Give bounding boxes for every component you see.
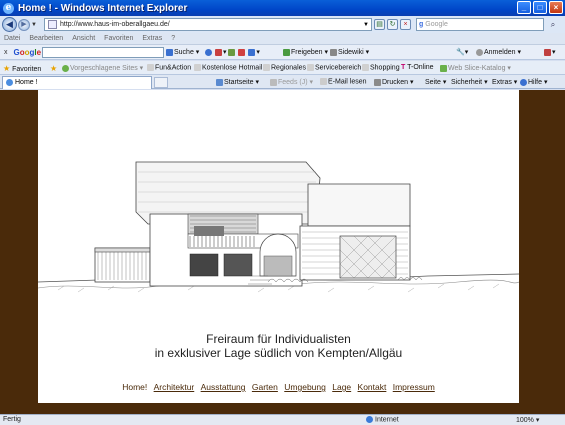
fav-shopping[interactable]: Shopping <box>362 64 400 71</box>
page-content: Freiraum für Individualisten in exklusiv… <box>0 90 565 414</box>
window-title: Home ! - Windows Internet Explorer <box>18 2 188 14</box>
ie-page-icon <box>6 79 13 86</box>
search-input[interactable]: g Google <box>416 18 544 31</box>
stop-icon[interactable]: × <box>400 19 411 30</box>
page-tagline: Freiraum für Individualisten in exklusiv… <box>38 332 519 360</box>
refresh-icon[interactable]: ↻ <box>387 19 398 30</box>
plus-icon[interactable] <box>248 48 256 56</box>
url-text: http://www.haus-im-oberallgaeu.de/ <box>60 21 170 28</box>
fav-web-slice[interactable]: Web Slice-Katalog ▾ <box>440 64 511 72</box>
share-button[interactable]: Freigeben ▾ <box>283 48 328 56</box>
menu-tools[interactable]: Extras <box>142 35 162 42</box>
menu-favorites[interactable]: Favoriten <box>104 35 133 42</box>
new-tab-button[interactable] <box>154 77 168 88</box>
magnifier-icon <box>166 48 173 56</box>
close-button[interactable]: × <box>549 1 563 14</box>
nav-ausstattung[interactable]: Ausstattung <box>201 382 246 392</box>
fav-fun-action[interactable]: Fun&Action <box>147 64 191 71</box>
cmd-home[interactable]: Startseite ▾ <box>216 78 259 86</box>
google-search-field[interactable] <box>42 47 164 58</box>
printer-icon <box>374 78 381 86</box>
menu-view[interactable]: Ansicht <box>72 35 95 42</box>
status-bar: Fertig Internet 100% ▾ <box>0 414 565 425</box>
tab-bar: Home ! Startseite ▾ Feeds (J) ▾ E-Mail l… <box>0 75 565 89</box>
back-button[interactable]: ◀ <box>2 17 17 32</box>
address-row: ◀ ▶ ▼ http://www.haus-im-oberallgaeu.de/… <box>0 16 565 33</box>
cmd-safety[interactable]: Sicherheit ▾ <box>451 78 488 86</box>
internet-globe-icon <box>366 416 373 423</box>
house-drawing <box>38 161 519 293</box>
nav-home[interactable]: Home! <box>122 382 147 392</box>
tab-title: Home ! <box>15 79 38 86</box>
window-titlebar: e Home ! - Windows Internet Explorer _ □… <box>0 0 565 16</box>
fav-t-online[interactable]: T T-Online <box>401 64 434 71</box>
fav-hotmail[interactable]: Kostenlose Hotmail <box>194 64 262 71</box>
fav-suggested-sites[interactable]: Vorgeschlagene Sites ▾ <box>62 64 143 72</box>
google-search-icon: g <box>419 21 424 28</box>
tagline-line-1: Freiraum für Individualisten <box>206 332 351 346</box>
menu-file[interactable]: Datei <box>4 35 20 42</box>
globe-icon[interactable] <box>205 48 212 56</box>
cmd-help[interactable]: Hilfe ▾ <box>520 78 547 86</box>
minimize-button[interactable]: _ <box>517 1 531 14</box>
search-placeholder: Google <box>425 21 448 28</box>
signin-button[interactable]: Anmelden ▾ <box>476 48 521 56</box>
tagline-line-2: in exklusiver Lage südlich von Kempten/A… <box>154 346 403 360</box>
tab-home[interactable]: Home ! <box>2 76 152 89</box>
favorites-button[interactable]: ★ Favoriten <box>3 64 41 73</box>
security-zone[interactable]: Internet <box>366 416 399 423</box>
forward-button[interactable]: ▶ <box>18 18 30 31</box>
home-icon <box>216 78 223 86</box>
add-favorite-icon[interactable]: ★ <box>50 64 57 73</box>
bookmark-icon[interactable] <box>214 48 222 56</box>
mail-icon[interactable] <box>238 48 246 56</box>
content-panel: Freiraum für Individualisten in exklusiv… <box>38 90 519 403</box>
toolbar-close-icon[interactable]: x <box>4 49 8 56</box>
sidewiki-icon <box>330 48 337 56</box>
menu-edit[interactable]: Bearbeiten <box>29 35 63 42</box>
pencil-icon[interactable] <box>228 48 236 56</box>
toolbar-icons-group[interactable]: ▾ ▾ <box>205 48 260 56</box>
extensions-icon[interactable]: ▾ <box>544 48 556 56</box>
search-icon[interactable]: ⌕ <box>546 19 560 30</box>
cmd-print[interactable]: Drucken ▾ <box>374 78 414 86</box>
share-icon <box>283 48 290 56</box>
address-field[interactable]: http://www.haus-im-oberallgaeu.de/ ▼ <box>44 18 372 31</box>
internet-explorer-icon: e <box>3 2 14 14</box>
page-icon <box>48 20 57 29</box>
fav-regionales[interactable]: Regionales <box>263 64 306 71</box>
google-search-button[interactable]: Suche ▾ <box>166 48 199 56</box>
nav-umgebung[interactable]: Umgebung <box>284 382 326 392</box>
site-navigation: Home! Architektur Ausstattung Garten Umg… <box>38 382 519 392</box>
nav-garten[interactable]: Garten <box>252 382 278 392</box>
sidewiki-button[interactable]: Sidewiki ▾ <box>330 48 369 56</box>
favorites-bar: ★ Favoriten ★ Vorgeschlagene Sites ▾ Fun… <box>0 61 565 75</box>
feed-icon <box>270 78 277 86</box>
nav-architektur[interactable]: Architektur <box>154 382 195 392</box>
zoom-control[interactable]: 100% ▾ <box>516 416 539 424</box>
user-icon <box>476 48 483 56</box>
menu-help[interactable]: ? <box>171 35 175 42</box>
google-logo: Google <box>13 47 42 57</box>
address-dropdown-icon[interactable]: ▼ <box>363 22 369 28</box>
nav-impressum[interactable]: Impressum <box>393 382 435 392</box>
nav-lage[interactable]: Lage <box>332 382 351 392</box>
compatibility-view-icon[interactable]: ▤ <box>374 19 385 30</box>
mail-icon <box>320 78 327 85</box>
maximize-button[interactable]: □ <box>533 1 547 14</box>
menu-bar: Datei Bearbeiten Ansicht Favoriten Extra… <box>0 33 565 45</box>
cmd-feeds[interactable]: Feeds (J) ▾ <box>270 78 313 86</box>
cmd-email[interactable]: E-Mail lesen <box>320 78 367 85</box>
nav-kontakt[interactable]: Kontakt <box>358 382 387 392</box>
google-toolbar: x Google Suche ▾ ▾ ▾ Freigeben ▾ Sidewik… <box>0 45 565 60</box>
history-dropdown-icon[interactable]: ▼ <box>30 21 38 29</box>
fav-servicebereich[interactable]: Servicebereich <box>307 64 361 71</box>
status-text: Fertig <box>3 416 21 423</box>
cmd-page[interactable]: Seite ▾ <box>425 78 446 86</box>
star-icon: ★ <box>3 64 11 73</box>
cmd-tools[interactable]: Extras ▾ <box>492 78 517 86</box>
zoom-level: 100% <box>516 417 534 424</box>
help-icon <box>520 78 527 86</box>
wrench-icon[interactable]: 🔧▾ <box>456 48 468 56</box>
